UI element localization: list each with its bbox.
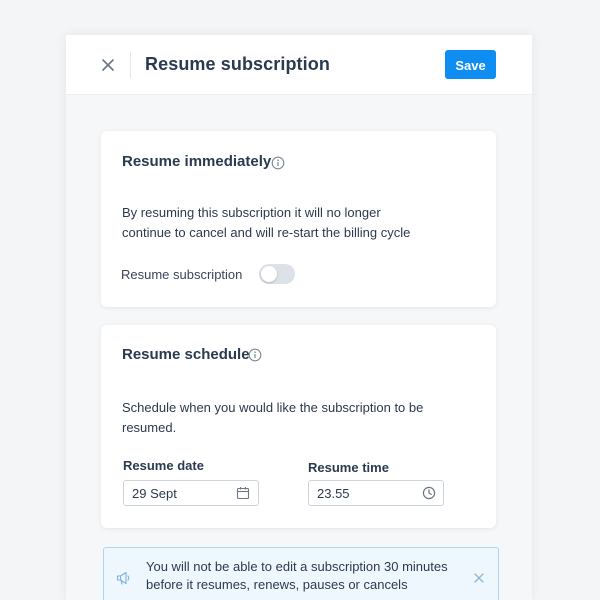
resume-immediately-title: Resume immediately [122, 153, 272, 170]
resume-subscription-panel: Resume subscription Save Resume immediat… [66, 35, 532, 600]
page-title: Resume subscription [145, 54, 330, 74]
description-line: continue to cancel and will re-start the… [122, 225, 411, 240]
resume-subscription-toggle[interactable] [259, 264, 295, 284]
notice-line: You will not be able to edit a subscript… [146, 559, 448, 574]
resume-date-input[interactable]: 29 Sept [123, 480, 259, 506]
edit-warning-notice: You will not be able to edit a subscript… [103, 547, 499, 600]
resume-time-label: Resume time [308, 460, 389, 475]
info-icon[interactable] [271, 156, 285, 170]
toggle-label: Resume subscription [121, 267, 243, 282]
resume-schedule-title: Resume schedule [122, 346, 250, 363]
info-icon[interactable] [248, 348, 262, 362]
resume-immediately-card: Resume immediately By resuming this subs… [101, 131, 496, 307]
save-button[interactable]: Save [445, 50, 496, 79]
megaphone-icon [115, 569, 133, 587]
toggle-knob [261, 266, 277, 282]
notice-line: before it resumes, renews, pauses or can… [146, 577, 408, 592]
header-divider [130, 52, 131, 78]
description-line: Schedule when you would like the subscri… [122, 400, 424, 415]
resume-schedule-description: Schedule when you would like the subscri… [122, 398, 462, 438]
panel-header: Resume subscription Save [66, 35, 532, 95]
resume-immediately-description: By resuming this subscription it will no… [122, 203, 462, 243]
resume-date-value: 29 Sept [132, 486, 177, 501]
clock-icon[interactable] [422, 486, 436, 500]
calendar-icon[interactable] [236, 486, 250, 500]
resume-time-value: 23.55 [317, 486, 350, 501]
close-icon[interactable] [473, 571, 485, 583]
description-line: By resuming this subscription it will no… [122, 205, 381, 220]
description-line: resumed. [122, 420, 177, 435]
close-icon[interactable] [99, 56, 117, 74]
resume-schedule-card: Resume schedule Schedule when you would … [101, 325, 496, 528]
notice-text: You will not be able to edit a subscript… [146, 558, 466, 594]
resume-time-input[interactable]: 23.55 [308, 480, 444, 506]
resume-date-label: Resume date [123, 458, 204, 473]
